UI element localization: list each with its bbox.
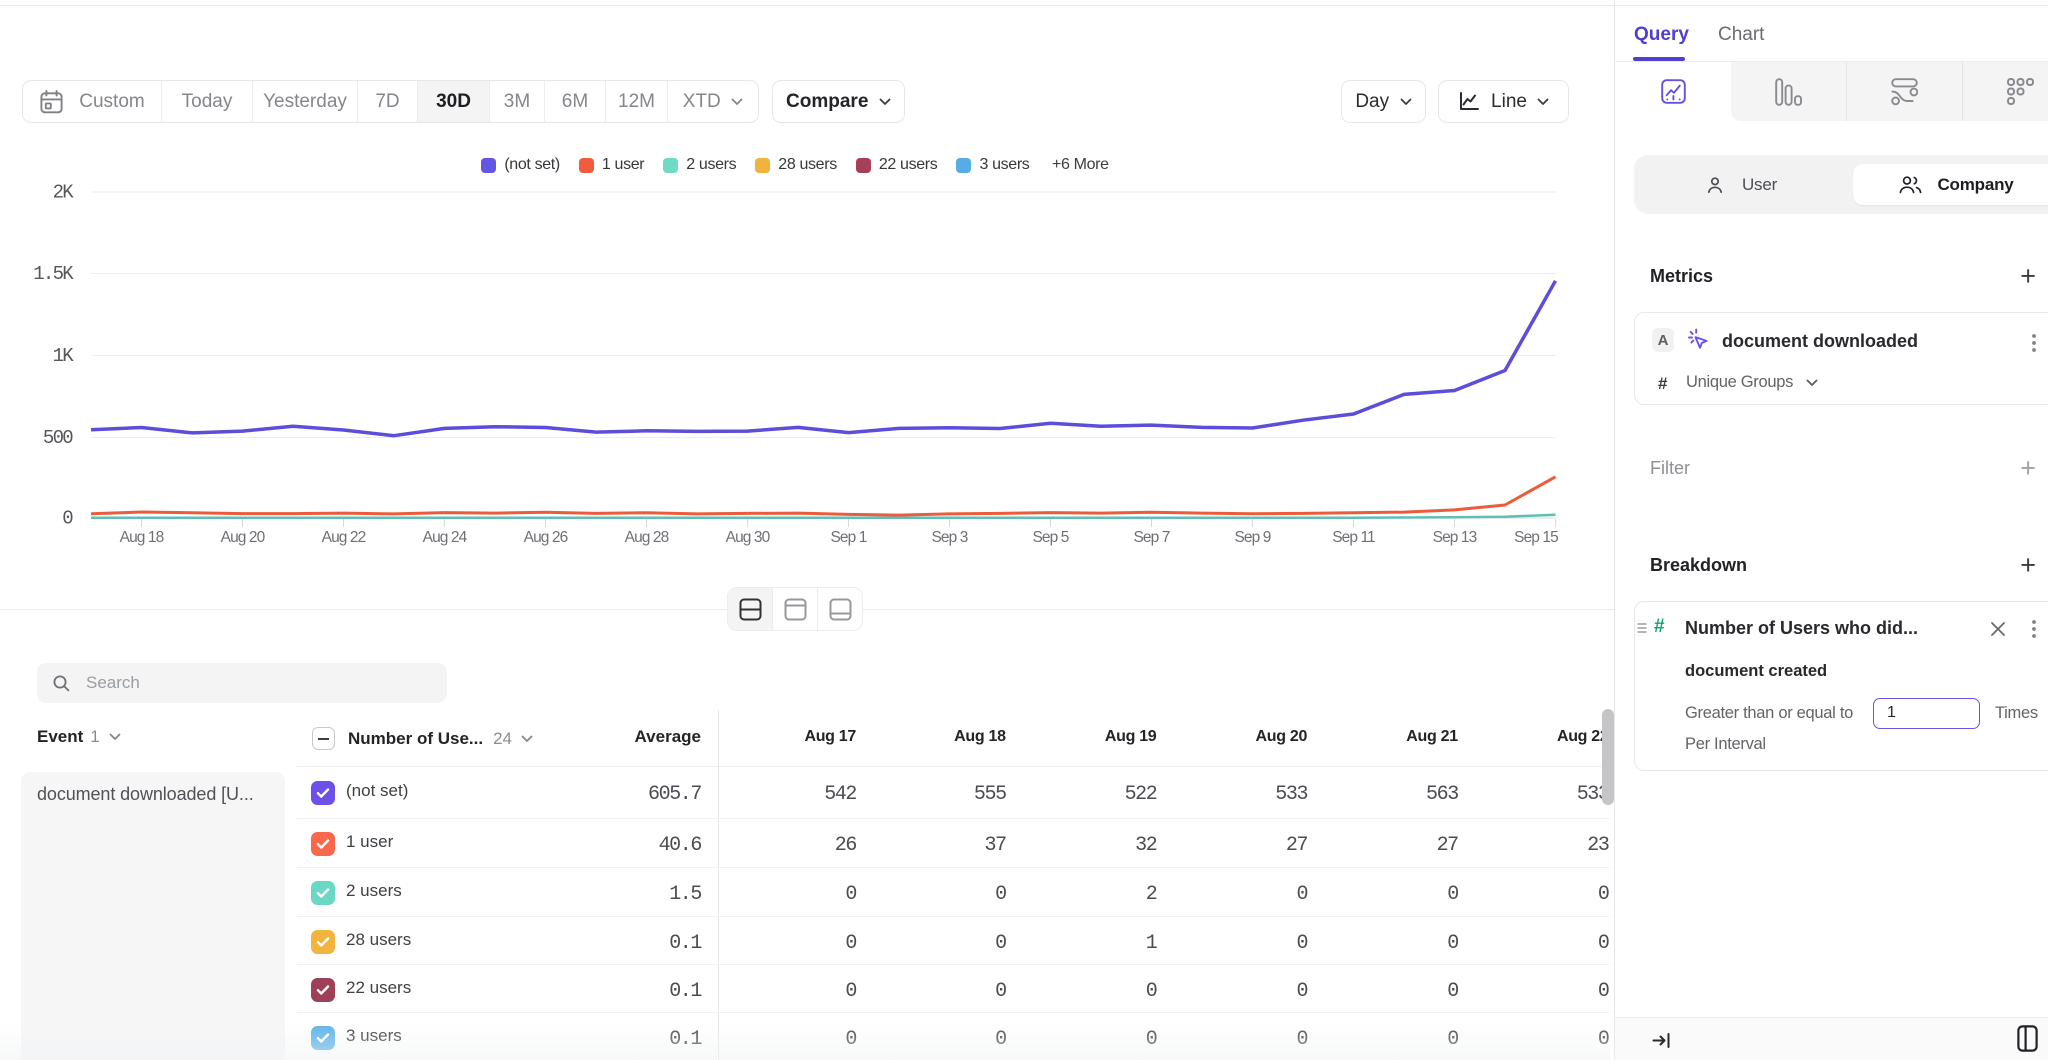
svg-text:Aug 26: Aug 26 bbox=[524, 529, 568, 546]
svg-text:1.5K: 1.5K bbox=[33, 263, 74, 285]
svg-text:Aug 24: Aug 24 bbox=[423, 529, 468, 546]
svg-text:2K: 2K bbox=[53, 182, 75, 204]
svg-text:Aug 28: Aug 28 bbox=[625, 529, 669, 546]
svg-text:Aug 30: Aug 30 bbox=[726, 529, 771, 546]
svg-text:Aug 18: Aug 18 bbox=[120, 529, 164, 546]
svg-text:Sep 13: Sep 13 bbox=[1433, 529, 1477, 546]
svg-text:0: 0 bbox=[62, 508, 73, 530]
svg-text:Sep 9: Sep 9 bbox=[1234, 529, 1270, 546]
svg-text:500: 500 bbox=[43, 427, 73, 449]
svg-text:Sep 7: Sep 7 bbox=[1133, 529, 1169, 546]
svg-text:Sep 1: Sep 1 bbox=[830, 529, 866, 546]
svg-text:Aug 22: Aug 22 bbox=[322, 529, 366, 546]
svg-text:1K: 1K bbox=[53, 345, 75, 367]
svg-text:Sep 3: Sep 3 bbox=[931, 529, 967, 546]
svg-text:Sep 15: Sep 15 bbox=[1514, 529, 1558, 546]
svg-text:Sep 11: Sep 11 bbox=[1332, 529, 1375, 546]
svg-text:Sep 5: Sep 5 bbox=[1032, 529, 1068, 546]
svg-text:Aug 20: Aug 20 bbox=[221, 529, 266, 546]
